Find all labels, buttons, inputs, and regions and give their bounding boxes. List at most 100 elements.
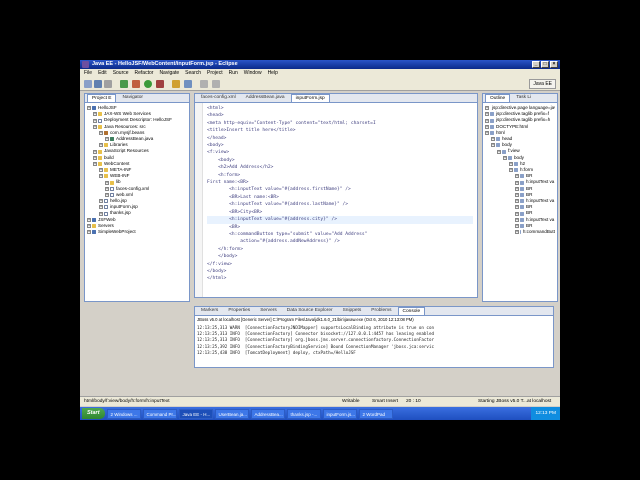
expand-toggle-icon[interactable]: + (515, 199, 519, 204)
code-line[interactable]: <h:inputText value="#{address.firstName}… (207, 186, 473, 193)
expand-toggle-icon[interactable]: + (485, 124, 489, 129)
tab-servers[interactable]: Servers (256, 307, 281, 315)
expand-toggle-icon[interactable]: + (87, 217, 91, 222)
code-line[interactable]: </h:form> (207, 246, 473, 253)
debug-icon[interactable] (132, 80, 140, 88)
tab-address-bean[interactable]: AddressBean.java (242, 94, 289, 102)
save-icon[interactable] (94, 80, 102, 88)
code-line[interactable]: <meta http-equiv="Content-Type" content=… (207, 120, 473, 127)
expand-toggle-icon[interactable]: + (509, 168, 513, 173)
expand-toggle-icon[interactable]: + (515, 174, 519, 179)
menu-help[interactable]: Help (268, 69, 278, 77)
code-line[interactable]: </html> (207, 275, 473, 282)
forward-icon[interactable] (212, 80, 220, 88)
task-button[interactable]: inputForm.js... (322, 408, 357, 419)
expand-toggle-icon[interactable]: + (99, 205, 103, 210)
expand-toggle-icon[interactable]: + (93, 149, 97, 154)
code-line[interactable]: <h2>Add Address</h2> (207, 164, 473, 171)
tab-console[interactable]: Console (397, 307, 426, 315)
back-icon[interactable] (200, 80, 208, 88)
menu-run[interactable]: Run (229, 69, 238, 77)
code-line[interactable]: </head> (207, 135, 473, 142)
menu-project[interactable]: Project (207, 69, 223, 77)
expand-toggle-icon[interactable]: + (99, 130, 103, 135)
tab-problems[interactable]: Problems (367, 307, 395, 315)
start-button[interactable]: Start (82, 408, 105, 419)
code-line[interactable]: <head> (207, 112, 473, 119)
expand-toggle-icon[interactable]: + (515, 223, 519, 228)
expand-toggle-icon[interactable]: + (491, 143, 495, 148)
expand-toggle-icon[interactable]: + (509, 161, 513, 166)
expand-toggle-icon[interactable]: + (515, 180, 519, 185)
code-line[interactable]: <title>Insert title here</title> (207, 127, 473, 134)
tab-outline[interactable]: Outline (485, 94, 511, 102)
expand-toggle-icon[interactable]: + (485, 130, 489, 135)
expand-toggle-icon[interactable]: + (515, 230, 519, 235)
expand-toggle-icon[interactable]: + (485, 118, 489, 123)
code-line[interactable]: </body> (207, 268, 473, 275)
expand-toggle-icon[interactable]: + (485, 112, 489, 117)
expand-toggle-icon[interactable]: + (93, 118, 97, 123)
expand-toggle-icon[interactable]: + (105, 180, 109, 185)
code-line[interactable]: <BR>Last name:<BR> (207, 194, 473, 201)
code-line[interactable]: </body> (207, 253, 473, 260)
expand-toggle-icon[interactable]: + (99, 143, 103, 148)
maximize-button[interactable]: □ (541, 61, 549, 68)
expand-toggle-icon[interactable]: + (93, 161, 97, 166)
expand-toggle-icon[interactable]: + (99, 174, 103, 179)
expand-toggle-icon[interactable]: + (515, 205, 519, 210)
print-icon[interactable] (104, 80, 112, 88)
menu-file[interactable]: File (84, 69, 92, 77)
expand-toggle-icon[interactable]: + (105, 192, 109, 197)
task-button[interactable]: 2 WordPad (358, 408, 393, 419)
menu-window[interactable]: Window (244, 69, 262, 77)
expand-toggle-icon[interactable]: + (515, 211, 519, 216)
task-button[interactable]: UserBean.ja... (214, 408, 249, 419)
code-line[interactable]: <body> (207, 157, 473, 164)
external-tools-icon[interactable] (156, 80, 164, 88)
code-line[interactable]: <f:view> (207, 149, 473, 156)
expand-toggle-icon[interactable]: + (515, 192, 519, 197)
code-line[interactable]: <html> (207, 105, 473, 112)
code-line[interactable]: First name:<BR> (207, 179, 473, 186)
code-line[interactable]: <h:form> (207, 172, 473, 179)
perspective-java-ee[interactable]: Java EE (529, 79, 556, 89)
expand-toggle-icon[interactable]: + (93, 112, 97, 117)
code-area[interactable]: <html> <head> <meta http-equiv="Content-Ty… (207, 105, 473, 283)
expand-toggle-icon[interactable]: + (87, 223, 91, 228)
expand-toggle-icon[interactable]: + (485, 106, 489, 111)
expand-toggle-icon[interactable]: + (99, 168, 103, 173)
expand-toggle-icon[interactable]: + (497, 149, 501, 154)
expand-toggle-icon[interactable]: + (99, 211, 103, 216)
tree-node[interactable]: + SimpleWebProject (87, 229, 187, 235)
menu-source[interactable]: Source (113, 69, 129, 77)
open-type-icon[interactable] (172, 80, 180, 88)
search-icon[interactable] (184, 80, 192, 88)
code-line[interactable]: </f:view> (207, 261, 473, 268)
tab-snippets[interactable]: Snippets (339, 307, 366, 315)
menu-search[interactable]: Search (185, 69, 201, 77)
console-output[interactable]: 12:13:25,313 WARN [ConnectionFactoryJNDI… (197, 325, 551, 356)
code-line[interactable]: <h:inputText value="#{address.city}" /> (207, 216, 473, 224)
expand-toggle-icon[interactable]: + (105, 137, 109, 142)
menu-edit[interactable]: Edit (98, 69, 107, 77)
minimize-button[interactable]: _ (532, 61, 540, 68)
task-button[interactable]: AddressBea... (250, 408, 285, 419)
task-button[interactable]: thanks.jsp -... (286, 408, 321, 419)
tab-navigator[interactable]: Navigator (118, 94, 147, 102)
server-icon[interactable] (120, 80, 128, 88)
code-line[interactable]: <h:inputText value="#{address.lastName}"… (207, 201, 473, 208)
expand-toggle-icon[interactable]: + (93, 155, 97, 160)
tab-markers[interactable]: Markers (197, 307, 222, 315)
expand-toggle-icon[interactable]: + (87, 106, 91, 111)
expand-toggle-icon[interactable]: + (515, 217, 519, 222)
tab-data-source-explorer[interactable]: Data Source Explorer (283, 307, 337, 315)
tree-node[interactable]: + h:commandButt (485, 229, 555, 235)
expand-toggle-icon[interactable]: + (503, 155, 507, 160)
menu-refactor[interactable]: Refactor (135, 69, 154, 77)
task-button[interactable]: 2 Windows ... (106, 408, 141, 419)
tab-task-list[interactable]: Task Li (512, 94, 535, 102)
expand-toggle-icon[interactable]: + (87, 230, 91, 235)
menu-navigate[interactable]: Navigate (159, 69, 179, 77)
code-line[interactable]: <BR> (207, 224, 473, 231)
